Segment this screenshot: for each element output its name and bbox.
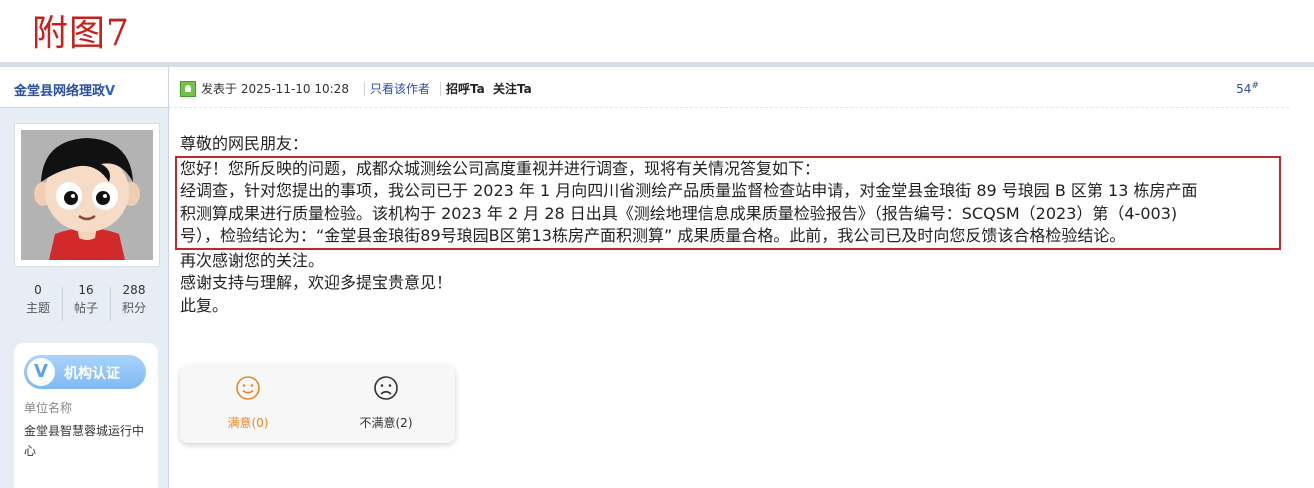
unsatisfied-label[interactable]: 不满意(2) [336,414,436,431]
closing-line: 感谢支持与理解，欢迎多提宝贵意见！ [180,273,453,292]
author-name-link[interactable]: 金堂县网络理政V [14,80,115,99]
satisfied-button[interactable]: 满意(0) [198,375,298,431]
cartoon-boy-icon [21,130,153,260]
post-header: 发表于 2025-11-10 10:28 只看该作者 招呼Ta 关注Ta 54# [169,67,1289,108]
closing-line: 再次感谢您的关注。 [180,250,325,270]
institution-cert-badge[interactable]: V 机构认证 [24,355,146,389]
post-content: 尊敬的网民朋友： 您好！您所反映的问题，成都众城测绘公司高度重视并进行调查，现将… [175,133,1290,317]
header-divider [364,82,365,96]
stat-posts-label[interactable]: 帖子 [62,299,110,317]
author-name[interactable]: 金堂县网络理政 [14,84,105,99]
header-divider [440,82,441,96]
online-status-icon [180,81,196,97]
unit-name: 金堂县智慧蓉城运行中心 [24,424,145,458]
verified-v-icon: V [27,358,55,386]
stat-topics-value[interactable]: 0 [14,281,62,299]
author-stats: 0 主题 16 帖子 288 积分 [14,281,158,329]
stat-topics[interactable]: 0 主题 [14,281,62,317]
stat-points[interactable]: 288 积分 [110,281,158,317]
reply-line: 经调查，针对您提出的事项，我公司已于 2023 年 1 月向四川省测绘产品质量监… [180,181,1198,200]
certification-card: V 机构认证 单位名称 金堂县智慧蓉城运行中心 [14,343,158,488]
stat-posts-value[interactable]: 16 [62,281,110,299]
follow-link[interactable]: 关注Ta [493,81,532,97]
rating-card: 满意(0) 不满意(2) [180,365,455,443]
forum-post: 金堂县网络理政V 0 主题 16 帖子 288 积分 V 机构认证 单位名称 金… [0,62,1314,488]
smile-icon [236,376,260,400]
floor-number[interactable]: 54# [1236,81,1259,96]
verified-v-icon: V [105,84,116,99]
author-sidebar: 金堂县网络理政V 0 主题 16 帖子 288 积分 V 机构认证 单位名称 金… [0,67,169,488]
reply-line: 积测算成果进行质量检验。该机构于 2023 年 2 月 28 日出具《测绘地理信… [180,203,1178,223]
author-header: 金堂县网络理政V [0,67,168,108]
satisfied-label[interactable]: 满意(0) [198,414,298,431]
unsatisfied-button[interactable]: 不满意(2) [336,375,436,431]
reply-line: 您好！您所反映的问题，成都众城测绘公司高度重视并进行调查，现将有关情况答复如下： [180,158,821,178]
highlighted-reply: 您好！您所反映的问题，成都众城测绘公司高度重视并进行调查，现将有关情况答复如下：… [175,155,1281,250]
greet-link[interactable]: 招呼Ta [446,81,485,97]
figure-label: 附图7 [32,13,130,54]
stat-points-label[interactable]: 积分 [110,299,158,317]
post-time: 发表于 2025-11-10 10:28 [201,82,349,96]
stat-topics-label[interactable]: 主题 [14,299,62,317]
stat-posts[interactable]: 16 帖子 [62,281,110,317]
stat-points-value[interactable]: 288 [110,281,158,299]
floor-mark: # [1251,81,1259,91]
salutation: 尊敬的网民朋友： [180,134,309,153]
avatar[interactable] [14,123,160,267]
post-main: 发表于 2025-11-10 10:28 只看该作者 招呼Ta 关注Ta 54#… [169,67,1314,488]
avatar-image [21,130,153,260]
floor-value[interactable]: 54 [1236,82,1251,96]
cert-label: 机构认证 [64,366,120,382]
only-author-link[interactable]: 只看该作者 [370,81,430,97]
frown-icon [374,376,398,400]
unit-label: 单位名称 [24,401,73,415]
closing-line: 此复。 [180,295,229,315]
reply-line: 号），检验结论为：“金堂县金琅街89号琅园B区第13栋房产面积测算” 成果质量合… [180,226,1126,245]
